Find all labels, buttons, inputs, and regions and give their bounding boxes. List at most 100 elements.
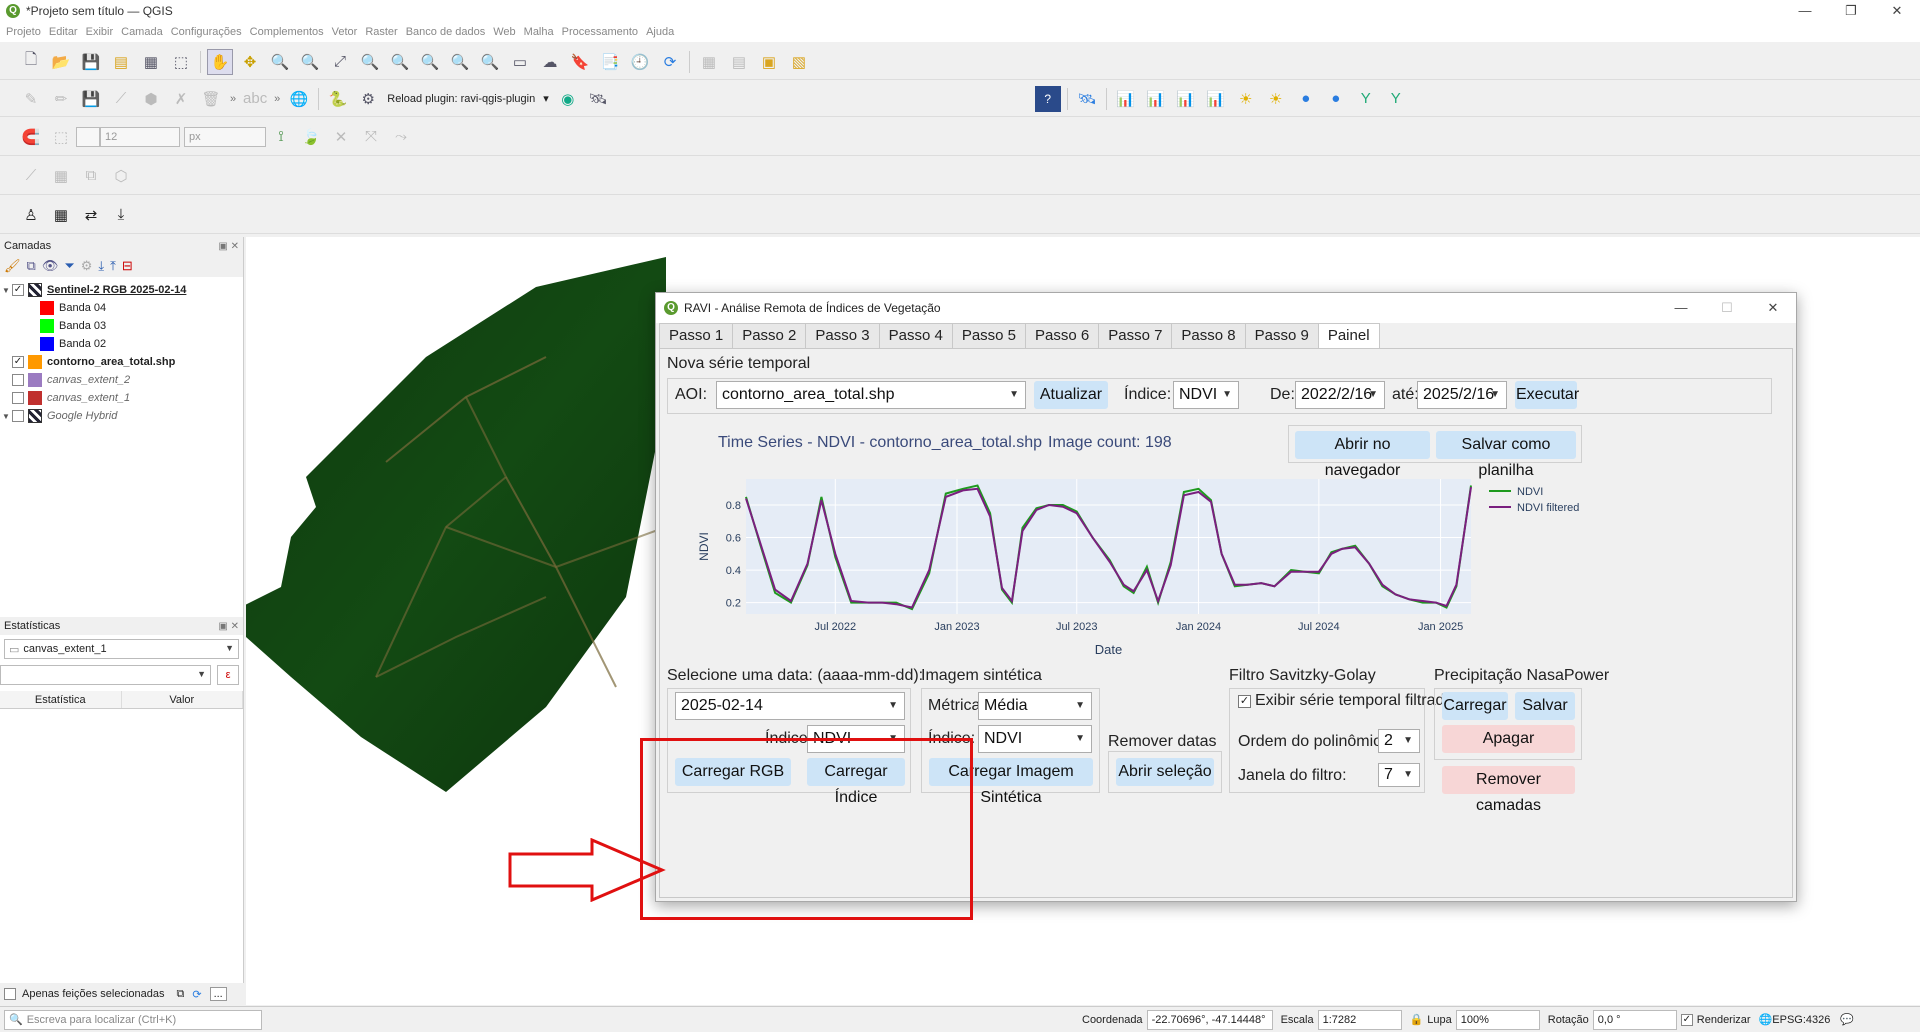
menu-camada[interactable]: Camada [121, 26, 163, 38]
salvar-planilha-button[interactable]: Salvar como planilha [1436, 431, 1576, 479]
new-project-icon[interactable]: 🗋 [18, 49, 44, 75]
remover-camadas-button[interactable]: Remover camadas [1442, 766, 1575, 814]
tab-passo-9[interactable]: Passo 9 [1244, 323, 1319, 348]
pan-icon[interactable]: ✋ [207, 48, 233, 75]
stats-field-combo[interactable]: ▼ [0, 665, 212, 685]
menu-banco-de-dados[interactable]: Banco de dados [406, 26, 486, 38]
layer-item-google-hybrid[interactable]: ▼ Google Hybrid [0, 407, 243, 425]
style-manager-icon[interactable]: ⬚ [168, 49, 194, 75]
locator-search[interactable]: 🔍 Escreva para localizar (Ctrl+K) [4, 1009, 262, 1030]
select-features-icon[interactable]: ▣ [756, 49, 782, 75]
tab-painel[interactable]: Painel [1317, 323, 1380, 349]
collapse-all-icon[interactable]: ⤒ [110, 258, 116, 274]
snapping-avoid-icon[interactable]: ⤳ [388, 124, 414, 150]
stats-layer-combo[interactable]: ▭ canvas_extent_1 ▼ [4, 639, 239, 659]
download-icon[interactable]: ⤓ [108, 202, 134, 228]
menu-raster[interactable]: Raster [365, 26, 397, 38]
indice3-combo[interactable]: NDVI ▼ [978, 725, 1092, 753]
apagar-button[interactable]: Apagar [1442, 725, 1575, 753]
reshape-icon[interactable]: ⬡ [108, 163, 134, 189]
shape-digitizing-icon[interactable]: ▦ [48, 163, 74, 189]
tab-passo-1[interactable]: Passo 1 [659, 323, 734, 348]
crs-label[interactable]: EPSG:4326 [1772, 1014, 1830, 1026]
menu-vetor[interactable]: Vetor [332, 26, 358, 38]
layer-item-contorno[interactable]: ✓ contorno_area_total.shp [0, 353, 243, 371]
zoom-next-icon[interactable]: 🔍 [477, 49, 503, 75]
snapping-tracing-icon[interactable]: ⤧ [358, 124, 384, 150]
visibility-icon[interactable]: 👁 [42, 258, 59, 274]
plugin-d-icon[interactable]: 📊 [1173, 86, 1199, 112]
swap-arrows-icon[interactable]: ⇄ [78, 202, 104, 228]
new-map-view-icon[interactable]: ▭ [507, 49, 533, 75]
close-icon[interactable]: ✕ [1874, 0, 1920, 22]
deselect-icon[interactable]: ▧ [786, 49, 812, 75]
delete-selected-icon[interactable]: 🗑 [198, 86, 224, 112]
layer-item-sentinel[interactable]: ▼ ✓ Sentinel-2 RGB 2025-02-14 [0, 281, 243, 299]
tab-passo-6[interactable]: Passo 6 [1025, 323, 1100, 348]
pan-to-selection-icon[interactable]: ✥ [237, 49, 263, 75]
refresh-icon[interactable]: ⟳ [657, 49, 683, 75]
dialog-close-icon[interactable]: ✕ [1750, 293, 1796, 323]
selected-only-checkbox[interactable] [4, 988, 16, 1000]
plugin-a-icon[interactable]: 🛰 [1074, 86, 1100, 112]
plugin-globe-icon[interactable]: 🌐 [286, 86, 312, 112]
menu-malha[interactable]: Malha [524, 26, 554, 38]
ndvi-time-series-chart[interactable]: Jul 2022 Jan 2023 Jul 2023 Jan 2024 Jul 2024… [668, 469, 1780, 659]
dialog-minimize-icon[interactable]: — [1658, 293, 1704, 323]
layout-manager-icon[interactable]: ▦ [138, 49, 164, 75]
tab-passo-4[interactable]: Passo 4 [878, 323, 953, 348]
zoom-layer-icon[interactable]: 🔍 [387, 49, 413, 75]
tab-passo-7[interactable]: Passo 7 [1098, 323, 1173, 348]
digitize-icon[interactable]: ⟋ [108, 86, 134, 112]
stats-dock-controls-icon[interactable]: ▣ ✕ [218, 621, 239, 632]
menu-web[interactable]: Web [493, 26, 515, 38]
label-tool-icon[interactable]: abc [242, 86, 268, 112]
satellite-icon[interactable]: 🛰 [585, 86, 611, 112]
ravi-plugin-icon[interactable]: ◉ [555, 86, 581, 112]
plugin-b-icon[interactable]: 📊 [1113, 86, 1139, 112]
menu-complementos[interactable]: Complementos [250, 26, 324, 38]
maximize-icon[interactable]: ❐ [1828, 0, 1874, 22]
plugin-c-icon[interactable]: 📊 [1143, 86, 1169, 112]
plugin-e-icon[interactable]: 📊 [1203, 86, 1229, 112]
exibir-filtrada-checkbox[interactable]: ✓ [1238, 695, 1251, 708]
render-checkbox[interactable]: ✓ [1680, 1013, 1693, 1026]
snap-unit-combo[interactable]: px [184, 126, 266, 147]
plugin-tool-1-icon[interactable]: ♙ [18, 202, 44, 228]
layer-item-canvas-extent-2[interactable]: canvas_extent_2 [0, 371, 243, 389]
identify-icon[interactable]: ▦ [696, 49, 722, 75]
zoom-native-icon[interactable]: 🔍 [417, 49, 443, 75]
open-project-icon[interactable]: 📂 [48, 49, 74, 75]
rotation-field[interactable]: 0,0 ° [1592, 1009, 1677, 1030]
atualizar-button[interactable]: Atualizar [1034, 381, 1108, 409]
messages-icon[interactable]: 💬 [1840, 1013, 1854, 1026]
save-project-icon[interactable]: 💾 [78, 49, 104, 75]
data-combo[interactable]: 2025-02-14 ▼ [675, 692, 905, 720]
dock-controls-icon[interactable]: ▣ ✕ [218, 241, 239, 252]
metrica-combo[interactable]: Média ▼ [978, 692, 1092, 720]
filter-expression-icon[interactable]: ⚙ [81, 258, 93, 274]
bookmark-icon[interactable]: 🔖 [567, 49, 593, 75]
attribute-table-icon[interactable]: ▤ [726, 49, 752, 75]
zoom-out-icon[interactable]: 🔍 [297, 49, 323, 75]
zoom-full-icon[interactable]: ⤢ [327, 49, 353, 75]
temporal-controller-icon[interactable]: 🕘 [627, 49, 653, 75]
remove-layer-icon[interactable]: ⊟ [122, 258, 133, 274]
style-icon[interactable]: 🖌 [4, 258, 21, 274]
snapping-intersect-icon[interactable]: ✕ [328, 124, 354, 150]
menu-configuracoes[interactable]: Configurações [171, 26, 242, 38]
expression-button[interactable]: ε [217, 665, 239, 685]
new-print-layout-icon[interactable]: ▤ [108, 49, 134, 75]
toggle-editing-icon[interactable]: ✏ [48, 86, 74, 112]
menu-editar[interactable]: Editar [49, 26, 78, 38]
plugin-k-icon[interactable]: Y [1383, 86, 1409, 112]
reload-plugin-dropdown-icon[interactable]: ▾ [543, 92, 549, 105]
layer-item-canvas-extent-1[interactable]: canvas_extent_1 [0, 389, 243, 407]
zoom-last-icon[interactable]: 🔍 [447, 49, 473, 75]
reload-plugin-icon[interactable]: ⚙ [355, 86, 381, 112]
zoom-field[interactable]: 100% [1455, 1009, 1540, 1030]
split-feature-icon[interactable]: ⧉ [78, 163, 104, 189]
indice-combo[interactable]: NDVI ▼ [1173, 381, 1239, 409]
janela-combo[interactable]: 7 ▼ [1378, 763, 1420, 787]
zoom-selection-icon[interactable]: 🔍 [357, 49, 383, 75]
